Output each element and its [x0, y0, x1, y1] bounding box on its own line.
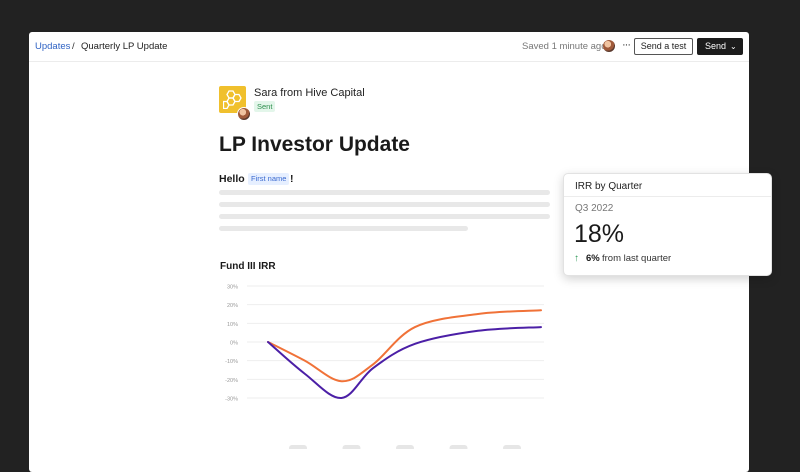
series-line-gross-irr	[267, 309, 542, 383]
card-period: Q3 2022	[575, 203, 614, 214]
placeholder-line	[219, 214, 550, 219]
sender-avatar	[237, 107, 251, 121]
y-tick-label: -10%	[225, 359, 238, 365]
chart-title: Fund III IRR	[220, 261, 276, 272]
greeting-punctuation[interactable]: !	[290, 173, 294, 186]
first-name-merge-tag[interactable]: First name	[248, 173, 290, 185]
x-tick-placeholder	[342, 445, 361, 449]
saved-status: Saved 1 minute ago	[522, 41, 607, 52]
card-divider	[564, 196, 771, 197]
irr-line-chart: 30%20%10%0%-10%-20%-30%Gross IRRNet IRR	[225, 285, 544, 449]
irr-by-quarter-card[interactable]: IRR by Quarter Q3 2022 18% ↑ 6% from las…	[563, 173, 772, 276]
status-badge: Sent	[254, 101, 276, 112]
x-tick-placeholder	[289, 445, 307, 449]
y-tick-label: 20%	[227, 303, 238, 309]
placeholder-line	[219, 226, 468, 231]
placeholder-line	[219, 190, 550, 195]
y-tick-label: -30%	[225, 397, 238, 403]
irr-change-text: from last quarter	[602, 253, 672, 264]
y-tick-label: 10%	[227, 322, 238, 328]
arrow-up-icon: ↑	[574, 253, 579, 264]
card-title: IRR by Quarter	[575, 181, 643, 192]
placeholder-line	[219, 202, 550, 207]
y-tick-label: 0%	[230, 341, 238, 347]
user-avatar[interactable]	[603, 40, 615, 52]
honeycomb-icon	[223, 90, 242, 109]
y-tick-label: -20%	[225, 378, 238, 384]
top-bar: Updates / Quarterly LP Update Saved 1 mi…	[29, 32, 749, 62]
greeting-text[interactable]: Hello	[219, 173, 245, 186]
breadcrumb-separator: /	[72, 41, 75, 52]
breadcrumb-updates-link[interactable]: Updates	[35, 41, 70, 53]
irr-value: 18%	[574, 220, 625, 248]
x-tick-placeholder	[396, 445, 414, 449]
breadcrumb-current: Quarterly LP Update	[81, 41, 168, 52]
chevron-down-icon[interactable]: ⌄	[730, 38, 737, 55]
y-tick-label: 30%	[227, 285, 238, 291]
send-test-button[interactable]: Send a test	[634, 38, 693, 55]
more-options-icon[interactable]: ···	[620, 38, 632, 52]
page-title[interactable]: LP Investor Update	[219, 132, 410, 158]
send-button-label: Send	[705, 41, 727, 51]
send-button[interactable]: Send ⌄	[697, 38, 743, 55]
x-tick-placeholder	[503, 445, 521, 449]
x-tick-placeholder	[449, 445, 468, 449]
irr-change-value: 6%	[586, 253, 600, 264]
sender-name: Sara from Hive Capital	[254, 87, 365, 99]
